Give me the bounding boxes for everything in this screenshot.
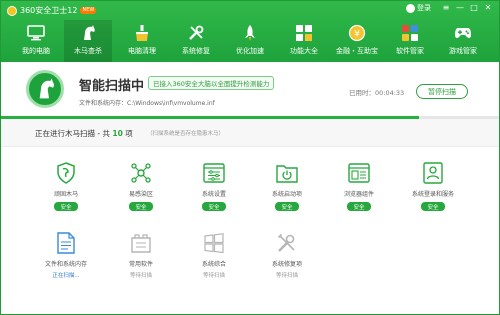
nav-label: 功能大全 [290, 47, 318, 55]
safe-badge: 安全 [275, 202, 299, 211]
scan-item-name: 顽固木马 [53, 191, 78, 198]
elapsed-time: 已用时：00:04:33 [349, 89, 405, 97]
scan-count-text: 正在进行木马扫描 - 共 10 项 [35, 128, 133, 139]
scan-item-name: 浏览器组件 [343, 191, 374, 198]
nav-label: 金融・互助宝 [336, 47, 378, 55]
browser-icon [348, 162, 370, 184]
scan-info-bar: 正在进行木马扫描 - 共 10 项 （扫描系统是否存在隐患木马） [1, 119, 499, 147]
maximize-icon[interactable]: □ [467, 3, 481, 13]
nav-trojan-scan[interactable]: 木马查杀 [64, 20, 112, 62]
scan-count-number: 10 [112, 129, 123, 138]
windows-icon [203, 232, 225, 254]
scan-item[interactable]: 常用软件 等待扫描 [106, 221, 176, 281]
nav-label: 我的电脑 [22, 47, 50, 55]
waiting-status: 等待扫描 [202, 273, 225, 279]
document-icon [55, 232, 77, 254]
nav-label: 系统修复 [182, 47, 210, 55]
360-logo-icon [7, 5, 17, 16]
horse-scan-icon [26, 70, 64, 108]
scan-item[interactable]: 系统综合 等待扫描 [179, 221, 249, 281]
user-card-icon [422, 162, 444, 184]
scan-note: （扫描系统是否存在隐患木马） [147, 131, 225, 137]
app-window: 360安全卫士12 NEW 登录 ≡ — □ ✕ 我的电脑 木马查杀 电脑清理 … [0, 0, 500, 315]
safe-badge: 安全 [347, 202, 371, 211]
scan-item[interactable]: 系统修复项 等待扫描 [252, 221, 322, 281]
scan-item[interactable]: 文件和系统内存 正在扫描... [31, 221, 101, 281]
scan-item-name: 系统修复项 [271, 261, 302, 268]
scan-item[interactable]: 顽固木马 安全 [31, 151, 101, 211]
svg-text:¥: ¥ [354, 30, 360, 40]
grid-icon [295, 24, 313, 42]
scanning-status: 正在扫描... [52, 273, 80, 279]
nav-finance[interactable]: ¥ 金融・互助宝 [333, 20, 381, 62]
main-nav: 我的电脑 木马查杀 电脑清理 系统修复 优化加速 功能大全 ¥ 金融・互助宝 软… [1, 20, 499, 62]
top-bar: 360安全卫士12 NEW 登录 ≡ — □ ✕ 我的电脑 木马查杀 电脑清理 … [1, 1, 499, 62]
software-box-icon [130, 232, 152, 254]
nav-label: 优化加速 [236, 47, 264, 55]
scan-item-name: 系统启动项 [271, 191, 302, 198]
scan-title: 智能扫描中 [79, 79, 145, 94]
shield-icon [55, 162, 77, 184]
nav-system-repair[interactable]: 系统修复 [172, 20, 220, 62]
app-title: 360安全卫士12 [20, 6, 78, 15]
menu-icon[interactable]: ≡ [439, 3, 453, 13]
horse-icon [79, 24, 97, 42]
nav-label: 木马查杀 [74, 47, 102, 55]
safe-badge: 安全 [202, 202, 226, 211]
nav-software-manager[interactable]: 软件管家 [386, 20, 434, 62]
broom-icon [133, 24, 151, 42]
avatar-icon [406, 3, 415, 13]
scan-item-name: 文件和系统内存 [44, 261, 87, 268]
power-folder-icon [276, 162, 298, 184]
waiting-status: 等待扫描 [275, 273, 298, 279]
nav-my-computer[interactable]: 我的电脑 [12, 20, 60, 62]
login-button[interactable]: 登录 [406, 3, 431, 13]
scan-status-panel: 智能扫描中 已接入360安全大脑以全面提升检测能力 文件和系统内存：C:\Win… [1, 62, 499, 119]
security-brain-tag[interactable]: 已接入360安全大脑以全面提升检测能力 [148, 76, 275, 90]
scan-item[interactable]: 系统启动项 安全 [252, 151, 322, 211]
settings-window-icon [203, 162, 225, 184]
safe-badge: 安全 [129, 202, 153, 211]
login-label: 登录 [417, 4, 431, 12]
new-badge: NEW [80, 7, 97, 14]
scan-count-suffix: 项 [125, 129, 133, 138]
nav-label: 电脑清理 [128, 47, 156, 55]
scan-item-name: 系统设置 [201, 191, 226, 198]
nav-optimize[interactable]: 优化加速 [226, 20, 274, 62]
scan-item-name: 系统综合 [201, 261, 226, 268]
wrench-icon [187, 24, 205, 42]
nav-all-functions[interactable]: 功能大全 [280, 20, 328, 62]
gamepad-icon [454, 24, 472, 42]
apps-icon [401, 24, 419, 42]
nav-game-manager[interactable]: 游戏管家 [439, 20, 487, 62]
safe-badge: 安全 [54, 202, 78, 211]
scan-item[interactable]: 易感染区 安全 [106, 151, 176, 211]
scan-item-name: 常用软件 [128, 261, 153, 268]
minimize-icon[interactable]: — [453, 3, 467, 13]
scan-items-grid: 顽固木马 安全 易感染区 安全 系统设置 安全 系统启动项 安全 浏览器组件 安… [1, 151, 499, 314]
waiting-status: 等待扫描 [129, 273, 152, 279]
close-icon[interactable]: ✕ [481, 3, 495, 13]
coin-icon: ¥ [348, 24, 366, 42]
nav-label: 游戏管家 [449, 47, 477, 55]
tools-icon [276, 232, 298, 254]
nav-label: 软件管家 [396, 47, 424, 55]
scan-count-prefix: 正在进行木马扫描 - 共 [35, 129, 110, 138]
pause-scan-button[interactable]: 暂停扫描 [416, 84, 468, 99]
scan-item-name: 系统登录和服务 [411, 191, 454, 198]
scan-item[interactable]: 系统登录和服务 安全 [398, 151, 468, 211]
nav-cleanup[interactable]: 电脑清理 [118, 20, 166, 62]
molecule-icon [130, 162, 152, 184]
rocket-icon [241, 24, 259, 42]
scan-item[interactable]: 系统设置 安全 [179, 151, 249, 211]
safe-badge: 安全 [421, 202, 445, 211]
scan-item-name: 易感染区 [128, 191, 153, 198]
monitor-icon [27, 24, 45, 42]
window-title: 360安全卫士12 NEW [7, 4, 97, 17]
scan-current-file: 文件和系统内存：C:\Windows\inf\vmvolume.inf [79, 100, 215, 107]
window-controls: 登录 ≡ — □ ✕ [406, 3, 495, 13]
scan-item[interactable]: 浏览器组件 安全 [324, 151, 394, 211]
